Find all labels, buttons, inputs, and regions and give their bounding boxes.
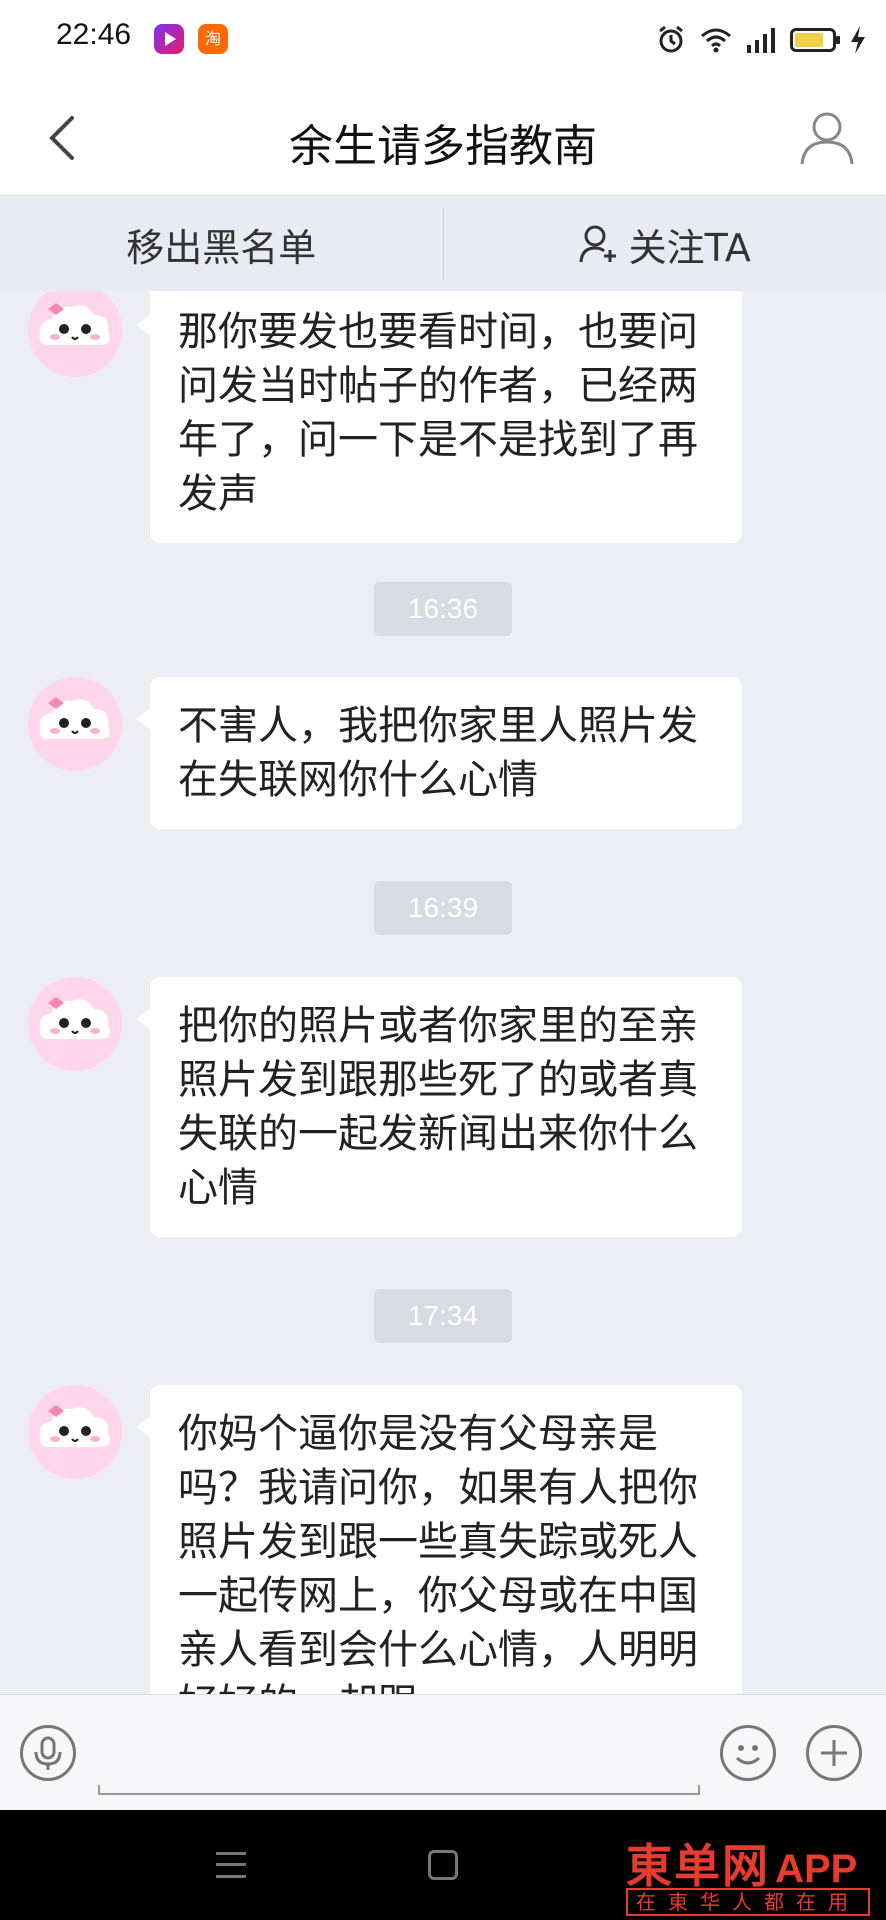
charging-icon [851,26,865,54]
follow-button[interactable]: 关注TA [444,197,886,291]
timestamp: 16:36 [374,582,512,636]
message-input[interactable] [98,1785,700,1795]
chat-area[interactable]: 那你要发也要看时间，也要问问发当时帖子的作者，已经两年了，问一下是不是找到了再发… [0,291,886,1694]
system-nav-bar: 東单网 APP 在東华人都在用 [0,1810,886,1920]
wifi-icon [701,28,731,53]
chat-header: 余生请多指教南 [0,80,886,196]
home-icon[interactable] [428,1850,458,1880]
message-bubble[interactable]: 那你要发也要看时间，也要问问发当时帖子的作者，已经两年了，问一下是不是找到了再发… [136,291,742,543]
unblock-label: 移出黑名单 [126,225,317,270]
avatar[interactable] [28,1385,122,1479]
cloud-avatar-icon [28,291,122,377]
avatar[interactable] [28,291,122,377]
profile-icon[interactable] [798,108,856,166]
action-bar: 移出黑名单 关注TA [0,197,886,291]
alarm-icon [659,25,683,53]
avatar[interactable] [28,977,122,1071]
cloud-avatar-icon [28,677,122,771]
status-time: 22:46 [56,18,132,51]
page-title: 余生请多指教南 [289,121,597,172]
follow-label: 关注TA [628,225,751,270]
avatar[interactable] [28,677,122,771]
plus-icon[interactable] [806,1725,862,1781]
microphone-icon[interactable] [20,1725,76,1781]
timestamp: 17:34 [374,1289,512,1343]
watermark-tagline: 在東华人都在用 [626,1888,870,1916]
taobao-icon: 淘 [198,24,228,54]
input-bar [0,1694,886,1810]
cloud-avatar-icon [28,1385,122,1479]
cloud-avatar-icon [28,977,122,1071]
emoji-icon[interactable] [720,1725,776,1781]
battery-icon [790,28,840,52]
video-app-icon [154,24,184,54]
timestamp: 16:39 [374,881,512,935]
signal-icon [747,28,775,53]
status-bar: 22:46 淘 [0,0,886,80]
message-bubble[interactable]: 你妈个逼你是没有父母亲是吗？我请问你，如果有人把你照片发到跟一些真失踪或死人一起… [136,1385,742,1694]
message-bubble[interactable]: 把你的照片或者你家里的至亲照片发到跟那些死了的或者真失联的一起发新闻出来你什么心… [136,977,742,1237]
add-user-icon [579,225,616,263]
watermark: 東单网 APP 在東华人都在用 [626,1830,876,1916]
message-bubble[interactable]: 不害人，我把你家里人照片发在失联网你什么心情 [136,677,742,829]
watermark-app: APP [775,1847,858,1891]
unblock-button[interactable]: 移出黑名单 [0,197,443,291]
menu-icon[interactable] [216,1852,246,1878]
status-icons [656,20,866,60]
watermark-logo: 東单网 [626,1839,770,1893]
